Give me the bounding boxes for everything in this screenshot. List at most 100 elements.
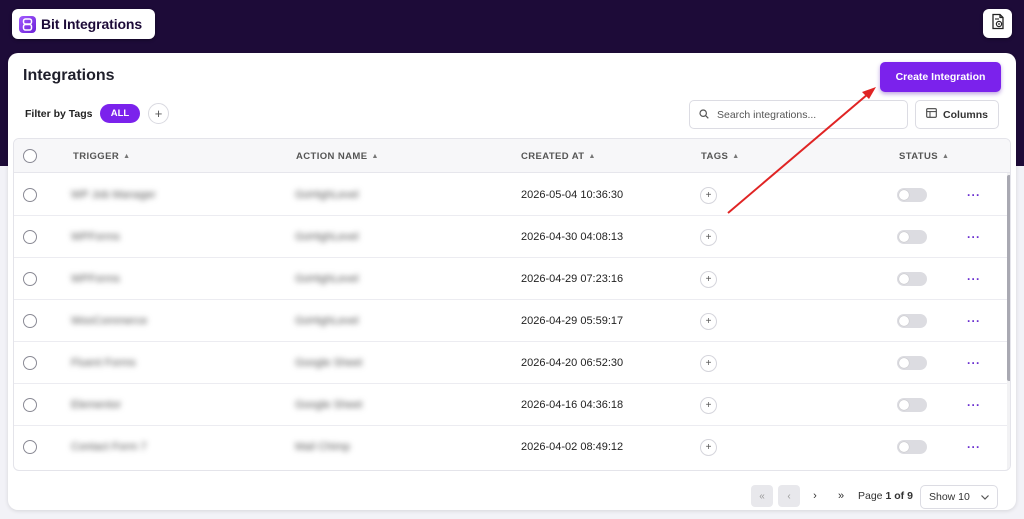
created-at-cell: 2026-05-04 10:36:30 — [521, 189, 624, 201]
status-toggle[interactable] — [897, 188, 927, 202]
header-tags[interactable]: TAGS ▲︎ — [701, 139, 740, 173]
status-toggle[interactable] — [897, 230, 927, 244]
header-created-label: CREATED AT — [521, 150, 585, 162]
action-cell: GoHighLevel — [295, 231, 359, 243]
previous-page-button[interactable]: ‹ — [778, 485, 800, 507]
status-toggle[interactable] — [897, 440, 927, 454]
add-tag-button[interactable]: + — [700, 186, 717, 204]
trigger-cell: Fluent Forms — [71, 357, 136, 369]
search-box[interactable] — [689, 100, 908, 129]
select-all-cell[interactable] — [23, 139, 37, 173]
add-tag-button[interactable]: + — [700, 228, 717, 246]
table-row[interactable]: Contact Form 7 Mail Chimp 2026-04-02 08:… — [14, 426, 1010, 468]
table-row[interactable]: Fluent Forms Google Sheet 2026-04-20 06:… — [14, 342, 1010, 384]
trigger-cell: Elementor — [71, 399, 122, 411]
tag-filter-all[interactable]: ALL — [100, 104, 140, 123]
integrations-panel: Integrations Create Integration Filter b… — [8, 53, 1016, 510]
table-row[interactable]: WooCommerce GoHighLevel 2026-04-29 05:59… — [14, 300, 1010, 342]
sort-icon: ▲︎ — [732, 152, 740, 160]
sort-icon: ▲︎ — [371, 152, 379, 160]
row-actions-icon[interactable]: ··· — [967, 356, 981, 370]
action-cell: GoHighLevel — [295, 273, 359, 285]
integrations-table: TRIGGER ▲︎ ACTION NAME ▲︎ CREATED AT ▲︎ … — [13, 138, 1011, 471]
columns-button[interactable]: Columns — [915, 100, 999, 129]
sort-icon: ▲︎ — [123, 152, 131, 160]
columns-label: Columns — [943, 108, 988, 121]
header-status[interactable]: STATUS ▲︎ — [899, 139, 949, 173]
next-page-button[interactable]: › — [804, 485, 826, 507]
created-at-cell: 2026-04-29 05:59:17 — [521, 315, 624, 327]
page-title: Integrations — [23, 67, 115, 84]
action-cell: Mail Chimp — [295, 441, 351, 453]
table-header: TRIGGER ▲︎ ACTION NAME ▲︎ CREATED AT ▲︎ … — [14, 139, 1010, 173]
add-tag-button[interactable]: + — [700, 312, 717, 330]
header-tags-label: TAGS — [701, 150, 729, 162]
header-created-at[interactable]: CREATED AT ▲︎ — [521, 139, 596, 173]
filter-by-tags-label: Filter by Tags — [25, 108, 93, 120]
add-tag-button[interactable]: + — [700, 270, 717, 288]
chevron-down-icon — [980, 492, 990, 505]
action-cell: Google Sheet — [295, 399, 363, 411]
created-at-cell: 2026-04-29 07:23:16 — [521, 273, 624, 285]
sort-icon: ▲︎ — [588, 152, 596, 160]
bit-logo-icon — [19, 15, 36, 33]
row-select-radio[interactable] — [23, 272, 37, 286]
header-action-name[interactable]: ACTION NAME ▲︎ — [296, 139, 379, 173]
status-toggle[interactable] — [897, 314, 927, 328]
row-select-radio[interactable] — [23, 230, 37, 244]
add-tag-filter-button[interactable]: + — [148, 103, 169, 124]
first-page-button[interactable]: « — [751, 485, 773, 507]
table-row[interactable]: WP Job Manager GoHighLevel 2026-05-04 10… — [14, 174, 1010, 216]
table-row[interactable]: Elementor Google Sheet 2026-04-16 04:36:… — [14, 384, 1010, 426]
trigger-cell: WooCommerce — [71, 315, 148, 327]
header-status-label: STATUS — [899, 150, 938, 162]
row-actions-icon[interactable]: ··· — [967, 440, 981, 454]
header-action-label: ACTION NAME — [296, 150, 368, 162]
select-all-radio[interactable] — [23, 149, 37, 163]
table-scrollbar-thumb[interactable] — [1007, 175, 1010, 381]
sort-icon: ▲︎ — [942, 152, 950, 160]
trigger-cell: WPForms — [71, 231, 120, 243]
documentation-button[interactable] — [983, 9, 1012, 38]
page-size-value: Show 10 — [929, 491, 970, 503]
row-actions-icon[interactable]: ··· — [967, 188, 981, 202]
table-row[interactable]: WPForms GoHighLevel 2026-04-30 04:08:13 … — [14, 216, 1010, 258]
created-at-cell: 2026-04-16 04:36:18 — [521, 399, 624, 411]
action-cell: Google Sheet — [295, 357, 363, 369]
page-prefix: Page — [858, 490, 883, 502]
row-select-radio[interactable] — [23, 440, 37, 454]
table-row[interactable]: WPForms GoHighLevel 2026-04-29 07:23:16 … — [14, 258, 1010, 300]
add-tag-button[interactable]: + — [700, 396, 717, 414]
status-toggle[interactable] — [897, 356, 927, 370]
page-indicator: Page 1 of 9 — [858, 490, 913, 502]
document-gear-icon — [990, 13, 1006, 35]
trigger-cell: WPForms — [71, 273, 120, 285]
status-toggle[interactable] — [897, 272, 927, 286]
brand-logo-button[interactable]: Bit Integrations — [12, 9, 155, 39]
app-name: Bit Integrations — [41, 16, 143, 32]
search-input[interactable] — [717, 108, 897, 121]
columns-icon — [926, 108, 937, 121]
create-integration-button[interactable]: Create Integration — [880, 62, 1001, 92]
trigger-cell: WP Job Manager — [71, 189, 156, 201]
created-at-cell: 2026-04-02 08:49:12 — [521, 441, 624, 453]
last-page-button[interactable]: » — [830, 485, 852, 507]
row-actions-icon[interactable]: ··· — [967, 398, 981, 412]
row-select-radio[interactable] — [23, 188, 37, 202]
page-size-select[interactable]: Show 10 — [920, 485, 998, 509]
header-trigger-label: TRIGGER — [73, 150, 120, 162]
status-toggle[interactable] — [897, 398, 927, 412]
created-at-cell: 2026-04-30 04:08:13 — [521, 231, 624, 243]
add-tag-button[interactable]: + — [700, 438, 717, 456]
row-select-radio[interactable] — [23, 356, 37, 370]
row-select-radio[interactable] — [23, 314, 37, 328]
add-tag-button[interactable]: + — [700, 354, 717, 372]
action-cell: GoHighLevel — [295, 315, 359, 327]
header-trigger[interactable]: TRIGGER ▲︎ — [73, 139, 130, 173]
current-page: 1 — [885, 490, 892, 502]
row-actions-icon[interactable]: ··· — [967, 314, 981, 328]
row-select-radio[interactable] — [23, 398, 37, 412]
row-actions-icon[interactable]: ··· — [967, 272, 981, 286]
row-actions-icon[interactable]: ··· — [967, 230, 981, 244]
trigger-cell: Contact Form 7 — [71, 441, 147, 453]
